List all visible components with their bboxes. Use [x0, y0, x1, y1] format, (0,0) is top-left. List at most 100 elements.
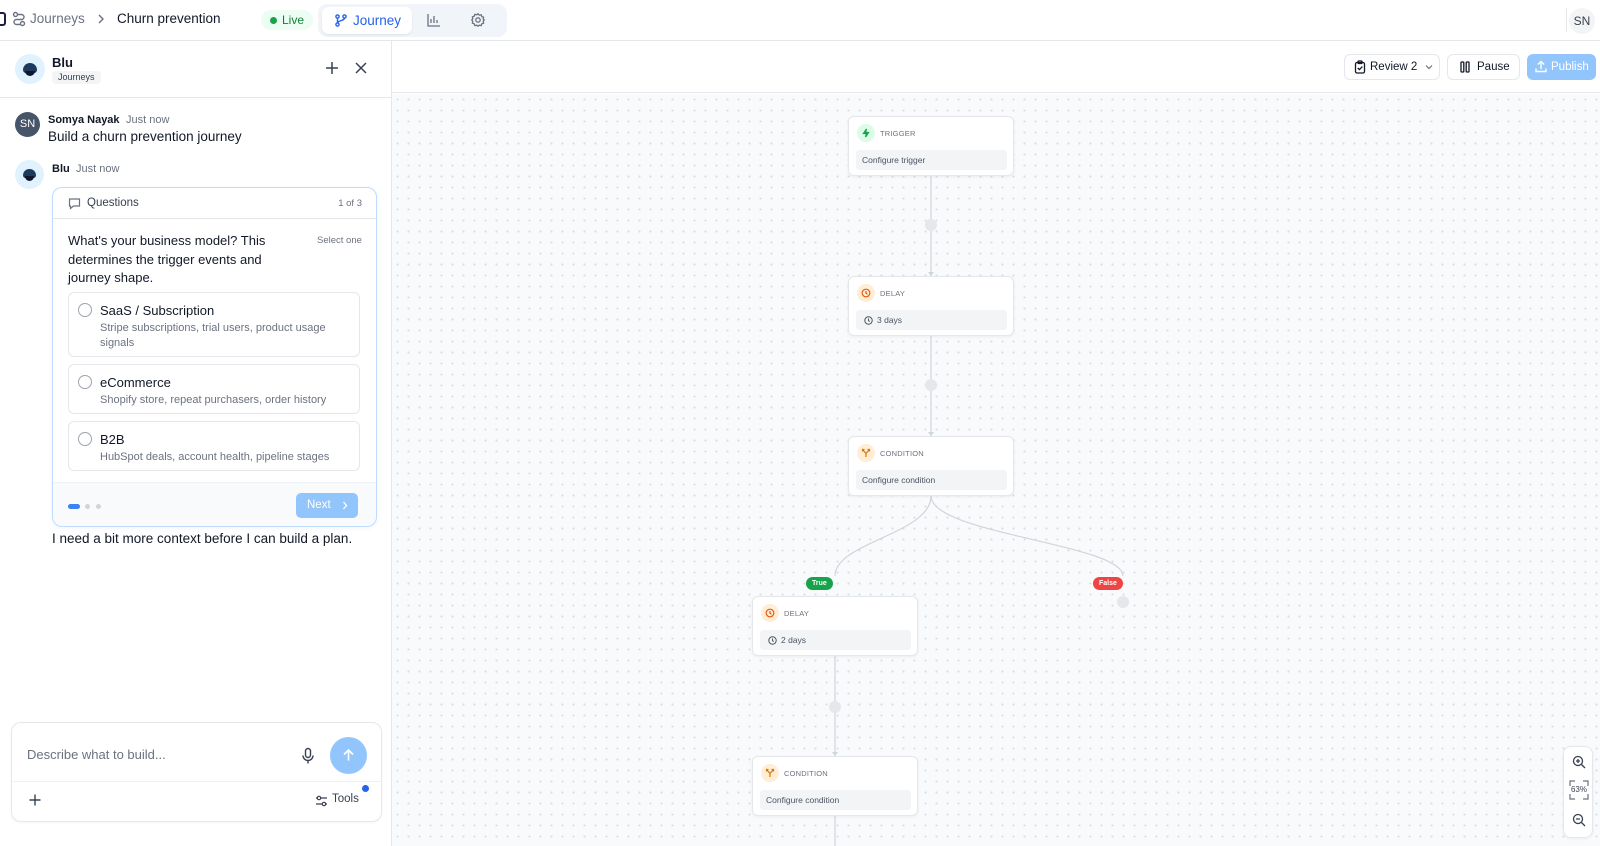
- step-indicator-3: [96, 504, 101, 509]
- composer: Tools: [11, 722, 382, 822]
- radio-saas[interactable]: [78, 303, 92, 317]
- node-condition[interactable]: CONDITION Configure condition: [752, 756, 918, 816]
- user-message-time: Just now: [126, 114, 170, 126]
- clock-icon: [857, 284, 875, 302]
- tab-journey[interactable]: Journey: [322, 7, 412, 34]
- bot-message-avatar: [15, 160, 44, 189]
- bot-message-text: I need a bit more context before I can b…: [52, 531, 353, 546]
- topbar-divider: [1566, 8, 1567, 32]
- step-indicator-1: [68, 504, 80, 509]
- arrow-up-icon: [343, 748, 354, 761]
- option-title: SaaS / Subscription: [100, 303, 215, 318]
- user-message-text: Build a churn prevention journey: [48, 129, 242, 144]
- node-body: Configure condition: [760, 790, 911, 810]
- live-dot-icon: [270, 17, 277, 24]
- question-card: Questions 1 of 3 What's your business mo…: [52, 187, 377, 527]
- node-condition[interactable]: CONDITION Configure condition: [848, 436, 1014, 496]
- chevron-right-icon: [343, 501, 348, 510]
- review-label: Review 2: [1370, 61, 1418, 73]
- publish-button[interactable]: Publish: [1527, 54, 1596, 80]
- user-message-avatar: SN: [15, 112, 40, 137]
- clock-icon: [761, 604, 779, 622]
- breadcrumb-current: Churn prevention: [117, 11, 221, 26]
- option-saas[interactable]: SaaS / Subscription Stripe subscriptions…: [68, 292, 360, 357]
- chat-header: Blu Journeys: [0, 41, 392, 98]
- journey-canvas[interactable]: TRIGGER Configure trigger DELAY 3 days C…: [392, 94, 1600, 846]
- option-desc: Stripe subscriptions, trial users, produ…: [100, 322, 326, 349]
- clock-small-icon: [864, 316, 873, 325]
- node-type-label: CONDITION: [880, 449, 924, 458]
- option-ecommerce[interactable]: eCommerce Shopify store, repeat purchase…: [68, 364, 360, 414]
- node-body-text: 2 days: [781, 635, 807, 645]
- pause-icon: [1460, 61, 1470, 73]
- zoom-level: 63%: [1570, 785, 1587, 794]
- chat-panel: Blu Journeys SN Somya Nayak Just now Bui…: [0, 41, 392, 846]
- zoom-out-icon[interactable]: [1572, 813, 1586, 827]
- bot-name: Blu: [52, 55, 73, 70]
- bot-message-author: Blu: [52, 163, 70, 175]
- close-icon[interactable]: [354, 61, 368, 75]
- user-avatar[interactable]: SN: [1569, 8, 1595, 34]
- bot-message-time: Just now: [76, 163, 120, 175]
- review-button[interactable]: Review 2: [1344, 54, 1440, 80]
- send-button[interactable]: [330, 737, 367, 774]
- zoom-controls: 63%: [1563, 746, 1593, 838]
- composer-divider: [12, 781, 381, 782]
- question-card-title: Questions: [87, 197, 139, 209]
- question-card-footer: Next: [53, 482, 376, 526]
- node-body: 3 days: [856, 310, 1007, 330]
- node-body-text: 3 days: [877, 315, 903, 325]
- analytics-tab-icon[interactable]: [426, 12, 442, 28]
- tools-notification-dot: [362, 785, 369, 792]
- microphone-icon[interactable]: [301, 747, 315, 765]
- upload-icon: [1535, 60, 1547, 73]
- top-bar: Journeys Churn prevention Live Journey S…: [0, 0, 1600, 41]
- breadcrumb-journeys[interactable]: Journeys: [30, 11, 85, 26]
- new-chat-plus-icon[interactable]: [324, 60, 340, 76]
- node-type-label: DELAY: [880, 289, 906, 298]
- node-body: 2 days: [760, 630, 911, 650]
- option-desc: HubSpot deals, account health, pipeline …: [100, 451, 330, 463]
- node-trigger[interactable]: TRIGGER Configure trigger: [848, 116, 1014, 176]
- trigger-icon: [857, 124, 875, 142]
- journeys-icon: [12, 11, 26, 27]
- node-delay[interactable]: DELAY 3 days: [848, 276, 1014, 336]
- node-delay[interactable]: DELAY 2 days: [752, 596, 918, 656]
- step-indicator-2: [85, 504, 90, 509]
- app-logo[interactable]: [0, 12, 6, 26]
- clipboard-check-icon: [1354, 60, 1366, 74]
- attach-plus-icon[interactable]: [28, 793, 42, 807]
- tab-journey-label: Journey: [353, 13, 402, 28]
- tools-button[interactable]: Tools: [315, 793, 359, 809]
- branch-icon: [335, 14, 347, 27]
- bot-avatar: [15, 54, 45, 84]
- tools-label: Tools: [332, 793, 359, 805]
- view-tabs: Journey: [318, 4, 507, 37]
- next-button-label: Next: [307, 499, 331, 511]
- sliders-icon: [316, 795, 327, 807]
- option-desc: Shopify store, repeat purchasers, order …: [100, 394, 327, 406]
- settings-tab-icon[interactable]: [470, 12, 486, 28]
- chevron-right-icon: [98, 14, 104, 24]
- option-b2b[interactable]: B2B HubSpot deals, account health, pipel…: [68, 421, 360, 471]
- node-body: Configure trigger: [856, 150, 1007, 170]
- question-card-header: Questions 1 of 3: [53, 188, 376, 219]
- bot-tag: Journeys: [52, 71, 101, 84]
- next-button[interactable]: Next: [296, 493, 358, 518]
- pause-button[interactable]: Pause: [1447, 54, 1520, 80]
- composer-input[interactable]: [27, 744, 297, 764]
- radio-ecommerce[interactable]: [78, 375, 92, 389]
- chat-bubble-icon: [68, 198, 81, 210]
- node-type-label: CONDITION: [784, 769, 828, 778]
- radio-b2b[interactable]: [78, 432, 92, 446]
- node-body: Configure condition: [856, 470, 1007, 490]
- split-icon: [761, 764, 779, 782]
- status-badge: Live: [261, 10, 314, 30]
- chevron-down-icon: [1425, 65, 1433, 70]
- pause-label: Pause: [1477, 61, 1510, 73]
- zoom-in-icon[interactable]: [1572, 755, 1586, 769]
- status-label: Live: [282, 13, 305, 27]
- option-title: eCommerce: [100, 375, 171, 390]
- node-type-label: DELAY: [784, 609, 810, 618]
- question-text: What's your business model? This determi…: [68, 233, 266, 285]
